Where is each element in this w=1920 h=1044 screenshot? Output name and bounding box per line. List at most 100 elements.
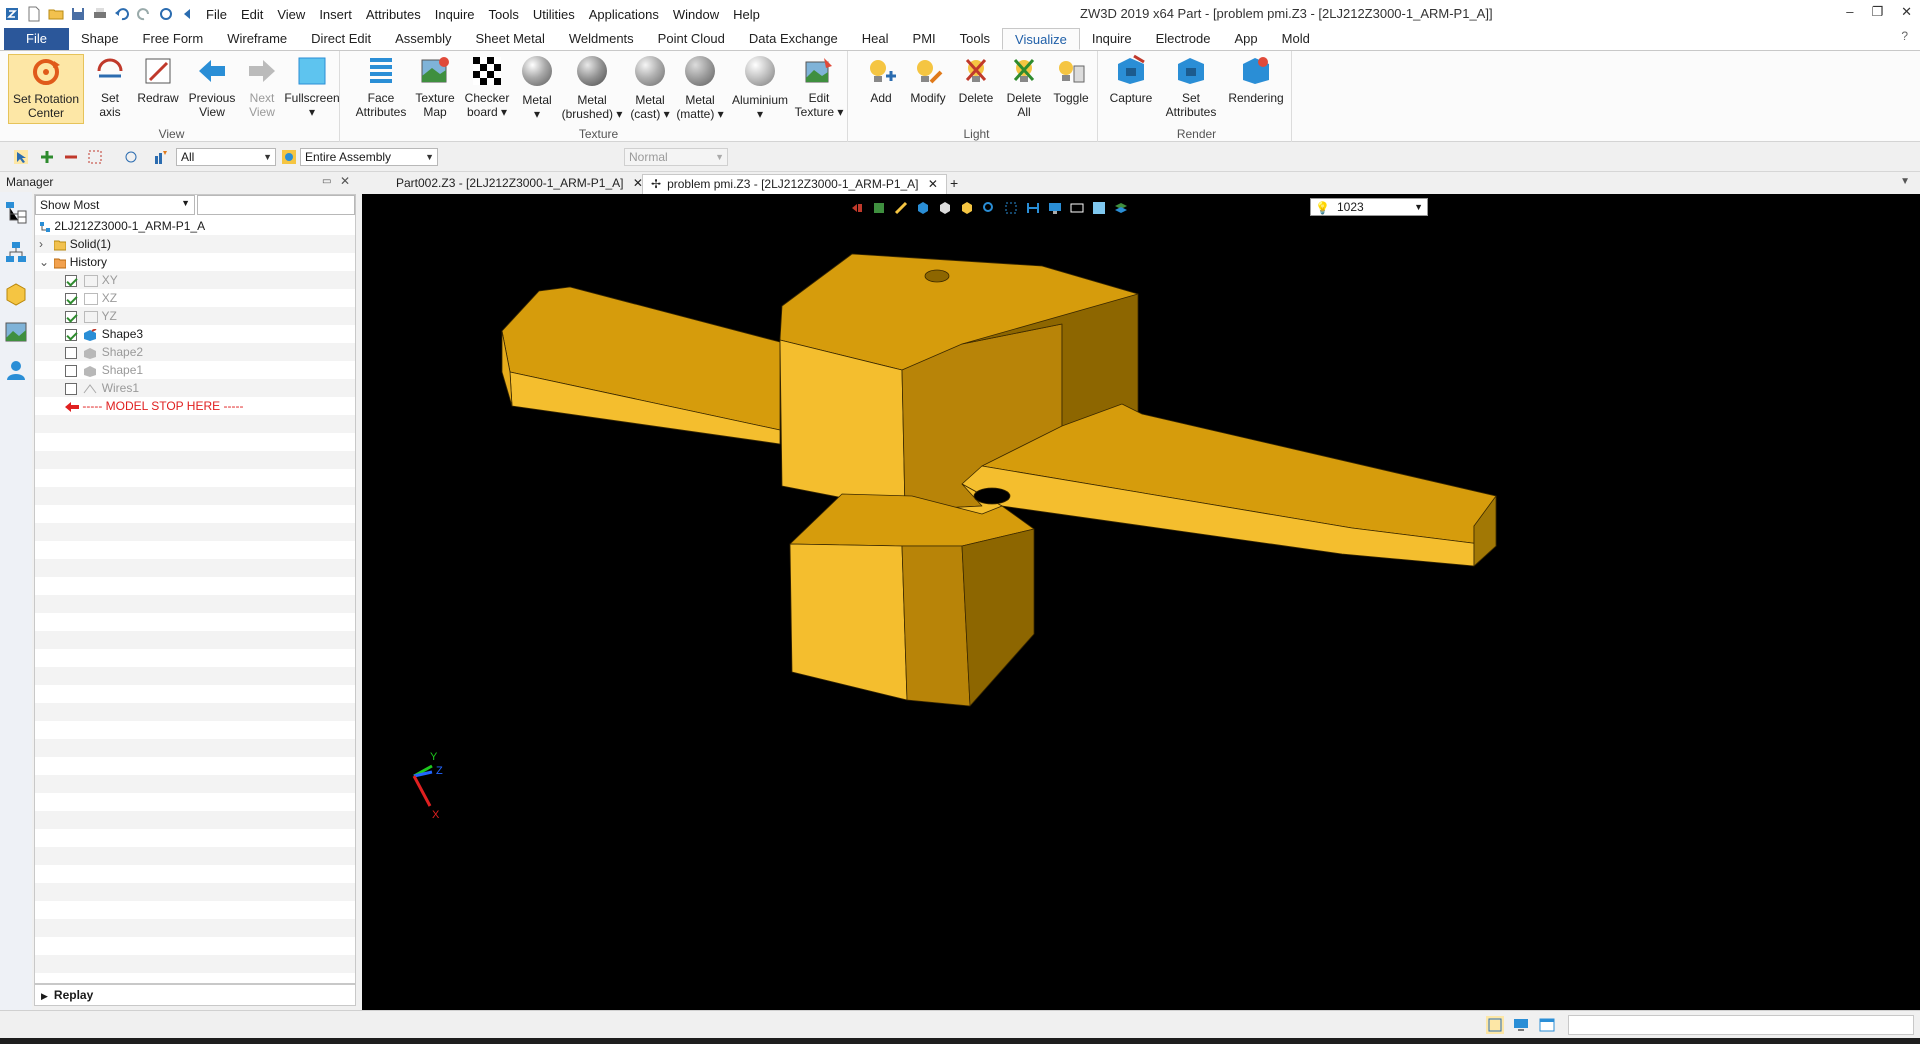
pick-mode-select[interactable]: Normal ▼ — [624, 148, 728, 166]
print-icon[interactable] — [92, 6, 108, 22]
menu-view[interactable]: View — [277, 5, 305, 24]
command-input[interactable] — [1568, 1015, 1914, 1035]
modify-light-button[interactable]: Modify — [902, 54, 954, 105]
back-arrow-icon[interactable] — [180, 6, 196, 22]
monitor-icon[interactable] — [1512, 1016, 1530, 1034]
visibility-checkbox[interactable] — [65, 292, 77, 305]
lasso-icon[interactable] — [124, 150, 138, 164]
tab-assembly[interactable]: Assembly — [383, 28, 463, 50]
rendering-button[interactable]: Rendering — [1222, 54, 1290, 105]
visibility-checkbox[interactable] — [65, 274, 77, 287]
edit-texture-button[interactable]: Edit Texture ▾ — [790, 54, 848, 119]
doc-tab-part002[interactable]: Part002.Z3 - [2LJ212Z3000-1_ARM-P1_A] ✕ — [388, 174, 651, 194]
set-render-attributes-button[interactable]: Set Attributes — [1160, 54, 1222, 119]
metal-button[interactable]: Metal ▾ — [512, 54, 562, 121]
visibility-checkbox[interactable] — [65, 364, 77, 377]
menu-file[interactable]: File — [206, 5, 227, 24]
checkerboard-button[interactable]: Checker board ▾ — [460, 54, 514, 119]
menu-insert[interactable]: Insert — [319, 5, 352, 24]
tree-root[interactable]: 2LJ212Z3000-1_ARM-P1_A — [39, 217, 205, 235]
tree-item-xz[interactable]: XZ — [65, 289, 117, 307]
tab-free-form[interactable]: Free Form — [131, 28, 216, 50]
tree-item-shape2[interactable]: Shape2 — [65, 343, 143, 361]
history-tree-icon[interactable] — [4, 200, 28, 224]
metal-brushed-button[interactable]: Metal (brushed) ▾ — [560, 54, 624, 121]
panel-pin-icon[interactable]: ▭ — [322, 176, 331, 187]
filter-icon[interactable] — [154, 150, 168, 164]
visibility-checkbox[interactable] — [65, 328, 77, 341]
menu-utilities[interactable]: Utilities — [533, 5, 575, 24]
tab-electrode[interactable]: Electrode — [1144, 28, 1223, 50]
tree-item-shape1[interactable]: Shape1 — [65, 361, 143, 379]
tab-weldments[interactable]: Weldments — [557, 28, 646, 50]
assembly-tree-icon[interactable] — [4, 240, 28, 264]
doc-tab-problem-pmi[interactable]: ✢ problem pmi.Z3 - [2LJ212Z3000-1_ARM-P1_… — [642, 174, 947, 194]
tree-item-shape3[interactable]: Shape3 — [65, 325, 143, 343]
visibility-checkbox[interactable] — [65, 346, 77, 359]
tab-tools[interactable]: Tools — [948, 28, 1002, 50]
tab-pmi[interactable]: PMI — [901, 28, 948, 50]
tab-heal[interactable]: Heal — [850, 28, 901, 50]
menu-inquire[interactable]: Inquire — [435, 5, 475, 24]
menu-edit[interactable]: Edit — [241, 5, 263, 24]
new-tab-button[interactable]: + — [942, 174, 966, 194]
menu-window[interactable]: Window — [673, 5, 719, 24]
fullscreen-button[interactable]: Fullscreen ▾ — [284, 54, 340, 119]
face-attributes-button[interactable]: Face Attributes — [350, 54, 412, 119]
tab-mold[interactable]: Mold — [1270, 28, 1322, 50]
redo-icon[interactable] — [136, 6, 152, 22]
set-axis-button[interactable]: Set axis — [84, 54, 136, 119]
pick-filter-select[interactable]: All ▼ — [176, 148, 276, 166]
menu-attributes[interactable]: Attributes — [366, 5, 421, 24]
tab-direct-edit[interactable]: Direct Edit — [299, 28, 383, 50]
minimize-icon[interactable]: – — [1846, 4, 1853, 20]
delete-all-lights-button[interactable]: Delete All — [998, 54, 1050, 119]
menu-help[interactable]: Help — [733, 5, 760, 24]
new-file-icon[interactable] — [26, 6, 42, 22]
tab-list-icon[interactable]: ▼ — [1900, 176, 1910, 187]
expand-chevron-icon[interactable]: › — [39, 235, 51, 253]
restore-icon[interactable]: ❐ — [1871, 4, 1883, 20]
capture-button[interactable]: Capture — [1102, 54, 1160, 105]
tree-solid[interactable]: › Solid(1) — [39, 235, 111, 253]
collapse-chevron-icon[interactable]: ⌄ — [39, 253, 51, 271]
help-icon[interactable]: ? — [1901, 29, 1908, 43]
tab-data-exchange[interactable]: Data Exchange — [737, 28, 850, 50]
window-layout-icon[interactable] — [1538, 1016, 1556, 1034]
add-light-button[interactable]: Add — [856, 54, 906, 105]
remove-pick-icon[interactable] — [64, 150, 78, 164]
close-tab-icon[interactable]: ✕ — [928, 177, 938, 191]
layout-icon[interactable] — [1486, 1016, 1504, 1034]
tab-sheet-metal[interactable]: Sheet Metal — [464, 28, 557, 50]
menu-applications[interactable]: Applications — [589, 5, 659, 24]
undo-icon[interactable] — [114, 6, 130, 22]
close-icon[interactable]: ✕ — [1901, 4, 1912, 20]
tree-item-wires1[interactable]: Wires1 — [65, 379, 139, 397]
set-rotation-center-button[interactable]: Set Rotation Center — [8, 54, 84, 124]
user-icon[interactable] — [4, 358, 28, 382]
regen-icon[interactable] — [158, 6, 174, 22]
assembly-scope-select[interactable]: Entire Assembly ▼ — [300, 148, 438, 166]
toggle-light-button[interactable]: Toggle — [1046, 54, 1096, 105]
menu-tools[interactable]: Tools — [489, 5, 519, 24]
tree-search-input[interactable] — [197, 195, 355, 215]
aluminium-button[interactable]: Aluminium ▾ — [726, 54, 794, 121]
pick-arrow-icon[interactable] — [14, 150, 28, 164]
toggle-pick-icon[interactable] — [88, 150, 102, 164]
tab-file[interactable]: File — [4, 28, 69, 50]
model-stop-marker[interactable]: ----- MODEL STOP HERE ----- — [65, 397, 243, 415]
tab-point-cloud[interactable]: Point Cloud — [646, 28, 737, 50]
show-filter-select[interactable]: Show Most ▼ — [35, 195, 195, 215]
add-pick-icon[interactable] — [40, 150, 54, 164]
tab-wireframe[interactable]: Wireframe — [215, 28, 299, 50]
previous-view-button[interactable]: Previous View — [184, 54, 240, 119]
metal-matte-button[interactable]: Metal (matte) ▾ — [672, 54, 728, 121]
open-folder-icon[interactable] — [48, 6, 64, 22]
tree-history[interactable]: ⌄ History — [39, 253, 107, 271]
tab-visualize[interactable]: Visualize — [1002, 28, 1080, 50]
visibility-checkbox[interactable] — [65, 310, 77, 323]
replay-panel[interactable]: ▶ Replay — [34, 984, 356, 1006]
texture-map-button[interactable]: Texture Map — [408, 54, 462, 119]
save-icon[interactable] — [70, 6, 86, 22]
part-library-icon[interactable] — [4, 282, 28, 306]
